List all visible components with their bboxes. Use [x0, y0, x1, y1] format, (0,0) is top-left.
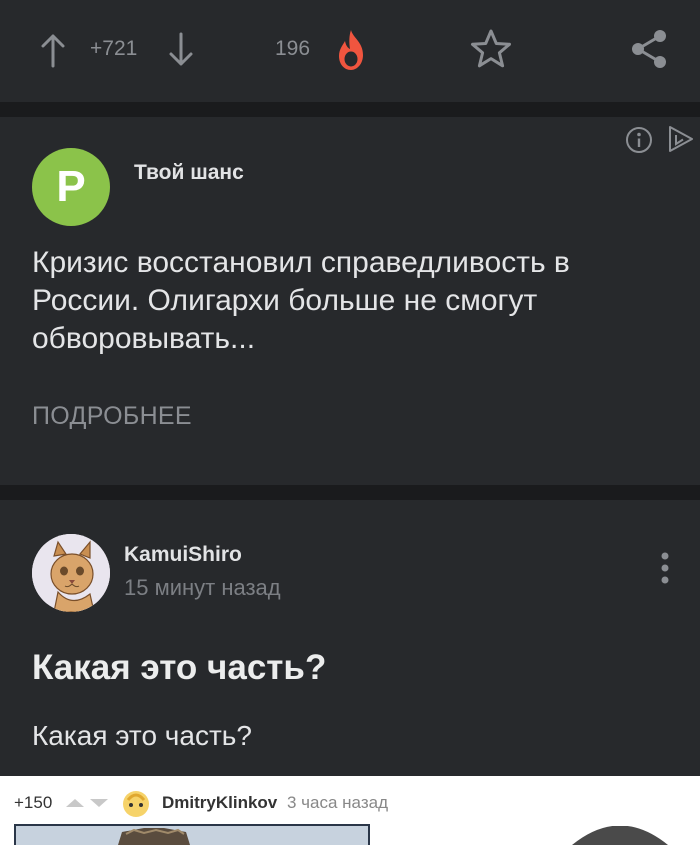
more-vertical-icon — [661, 552, 669, 584]
post-body: Какая это часть? — [32, 720, 252, 751]
embedded-author: DmitryKlinkov — [162, 793, 278, 812]
post-menu-button[interactable] — [650, 548, 680, 588]
embedded-circle-button-icon — [572, 826, 668, 845]
post-title: Какая это часть? — [32, 648, 327, 687]
embedded-avatar-icon — [123, 791, 149, 817]
share-icon — [632, 30, 666, 68]
embedded-time: 3 часа назад — [287, 793, 388, 812]
comment-time: 15 минут назад — [124, 575, 281, 600]
share-button[interactable] — [627, 26, 671, 72]
ad-more-button[interactable]: ПОДРОБНЕЕ — [32, 402, 192, 431]
adchoices-icon — [669, 126, 693, 152]
ad-text[interactable]: Кризис восстановил справедливость в Росс… — [32, 244, 632, 358]
info-icon — [626, 127, 652, 153]
embedded-score: +150 — [14, 793, 53, 812]
ad-source-avatar: P — [32, 148, 110, 226]
fire-icon — [339, 30, 363, 70]
arrow-down-icon — [169, 32, 193, 66]
upvote-button[interactable] — [34, 28, 72, 72]
arrow-up-icon — [41, 34, 65, 68]
ad-info-button[interactable] — [624, 125, 654, 155]
hot-count: 196 — [275, 37, 311, 60]
ad-source-name: Твой шанс — [134, 161, 244, 184]
star-icon — [471, 29, 511, 68]
post-action-bar: +721 196 — [0, 0, 700, 102]
avatar[interactable] — [32, 534, 110, 612]
adchoices-button[interactable] — [666, 125, 696, 155]
embedded-picture-preview — [14, 824, 370, 845]
comment-author[interactable]: KamuiShiro — [124, 543, 242, 567]
embedded-vote-arrows-icon — [66, 799, 108, 807]
downvote-button[interactable] — [162, 28, 200, 72]
rating-count: +721 — [90, 37, 138, 60]
hot-button[interactable] — [330, 26, 372, 74]
save-button[interactable] — [466, 26, 516, 72]
cat-avatar-icon — [32, 534, 110, 612]
